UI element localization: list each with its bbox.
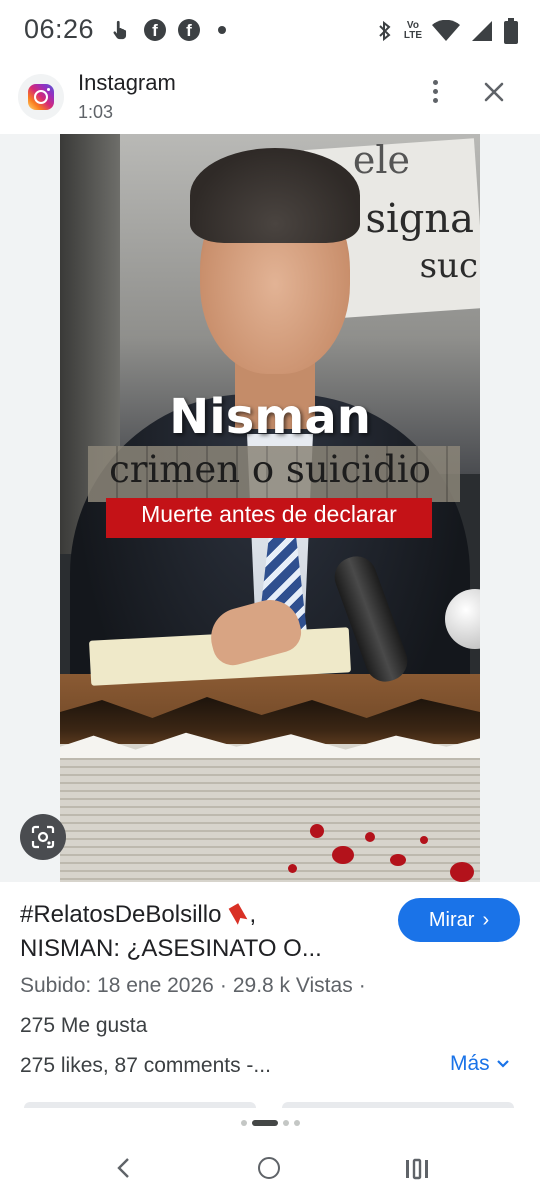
- lens-icon: [31, 825, 55, 849]
- volte-icon: Vo LTE: [404, 21, 422, 41]
- instagram-icon: [28, 84, 54, 110]
- more-button[interactable]: Más: [450, 1052, 510, 1076]
- blood-splatter: [390, 854, 406, 866]
- facebook-icon: f: [178, 19, 200, 41]
- page-dot: [240, 1120, 247, 1126]
- google-lens-button[interactable]: [20, 814, 66, 860]
- chevron-down-icon: [496, 1060, 509, 1068]
- bluetooth-icon: [379, 20, 391, 42]
- blood-splatter: [450, 862, 474, 882]
- back-icon[interactable]: [112, 1156, 136, 1180]
- bookmark-icon: [229, 903, 248, 925]
- more-dots-icon: [432, 88, 438, 94]
- poster-title: Nisman: [169, 389, 371, 445]
- hand-pointer-icon: [113, 20, 127, 40]
- video-title-line-1: #RelatosDeBolsillo,: [20, 898, 380, 932]
- poster-banner: Muerte antes de declarar: [141, 501, 397, 527]
- video-thumbnail[interactable]: signa suc ele Nisman crimen o suicidio M…: [60, 134, 480, 882]
- video-meta: Subido: 18 ene 2026 · 29.8 k Vistas ·: [20, 974, 372, 998]
- video-description: 275 likes, 87 comments -...: [20, 1054, 271, 1077]
- signal-icon: [472, 21, 492, 41]
- system-nav-bar: [0, 1140, 540, 1200]
- close-icon[interactable]: [478, 76, 510, 108]
- video-title[interactable]: #RelatosDeBolsillo, NISMAN: ¿ASESINATO O…: [20, 898, 380, 966]
- more-button-label: Más: [450, 1052, 490, 1075]
- clipping-text: ele: [352, 138, 410, 182]
- hashtag: #RelatosDeBolsillo: [20, 901, 222, 928]
- likes-count: 275 Me gusta: [20, 1014, 148, 1037]
- image-viewer[interactable]: signa suc ele Nisman crimen o suicidio M…: [0, 134, 540, 882]
- notification-header: Instagram 1:03: [0, 64, 540, 134]
- dot-icon: [218, 26, 226, 34]
- man-hair: [190, 148, 360, 243]
- video-duration: 1:03: [78, 102, 114, 122]
- page-dot: [282, 1120, 289, 1126]
- related-card[interactable]: [24, 1102, 256, 1108]
- more-dots-icon: [432, 79, 438, 85]
- status-system-icons: Vo LTE: [376, 18, 518, 44]
- wifi-icon: [432, 20, 460, 41]
- battery-icon: [504, 18, 518, 44]
- recents-icon[interactable]: [404, 1158, 430, 1180]
- related-card[interactable]: [282, 1102, 514, 1108]
- page-dot-active: [251, 1120, 278, 1126]
- blood-splatter: [310, 824, 324, 838]
- app-name: Instagram: [78, 70, 176, 95]
- home-icon[interactable]: [258, 1157, 280, 1179]
- watch-button[interactable]: Mirar ›: [398, 898, 520, 942]
- blood-splatter: [365, 832, 375, 842]
- poster-subtitle: crimen o suicidio: [109, 448, 431, 491]
- watch-button-label: Mirar: [428, 908, 475, 931]
- clipping-text: signa: [365, 196, 474, 242]
- status-time: 06:26: [24, 14, 95, 44]
- blood-splatter: [420, 836, 428, 844]
- page-indicator: [0, 1120, 540, 1126]
- meta-separator: ·: [358, 974, 366, 997]
- view-count: 29.8 k Vistas: [232, 974, 353, 997]
- status-notification-icons: f f: [110, 18, 226, 42]
- more-dots-icon: [432, 97, 438, 103]
- page-dot: [293, 1120, 300, 1126]
- upload-date: Subido: 18 ene 2026: [20, 974, 214, 997]
- meta-separator: ·: [219, 974, 227, 997]
- volte-label-bottom: LTE: [403, 30, 422, 41]
- title-comma: ,: [249, 901, 257, 928]
- clipping-text: suc: [419, 246, 478, 286]
- instagram-app-icon[interactable]: [18, 74, 64, 120]
- blood-splatter: [288, 864, 297, 873]
- video-title-line-2: NISMAN: ¿ASESINATO O...: [20, 935, 322, 962]
- status-bar: 06:26 f f Vo LTE: [0, 0, 540, 64]
- more-options-button[interactable]: [420, 76, 450, 106]
- facebook-icon: f: [144, 19, 166, 41]
- chevron-right-icon: ›: [482, 908, 490, 931]
- newspaper-bottom: [60, 744, 480, 882]
- video-info-panel: #RelatosDeBolsillo, NISMAN: ¿ASESINATO O…: [0, 882, 540, 1107]
- blood-splatter: [332, 846, 354, 864]
